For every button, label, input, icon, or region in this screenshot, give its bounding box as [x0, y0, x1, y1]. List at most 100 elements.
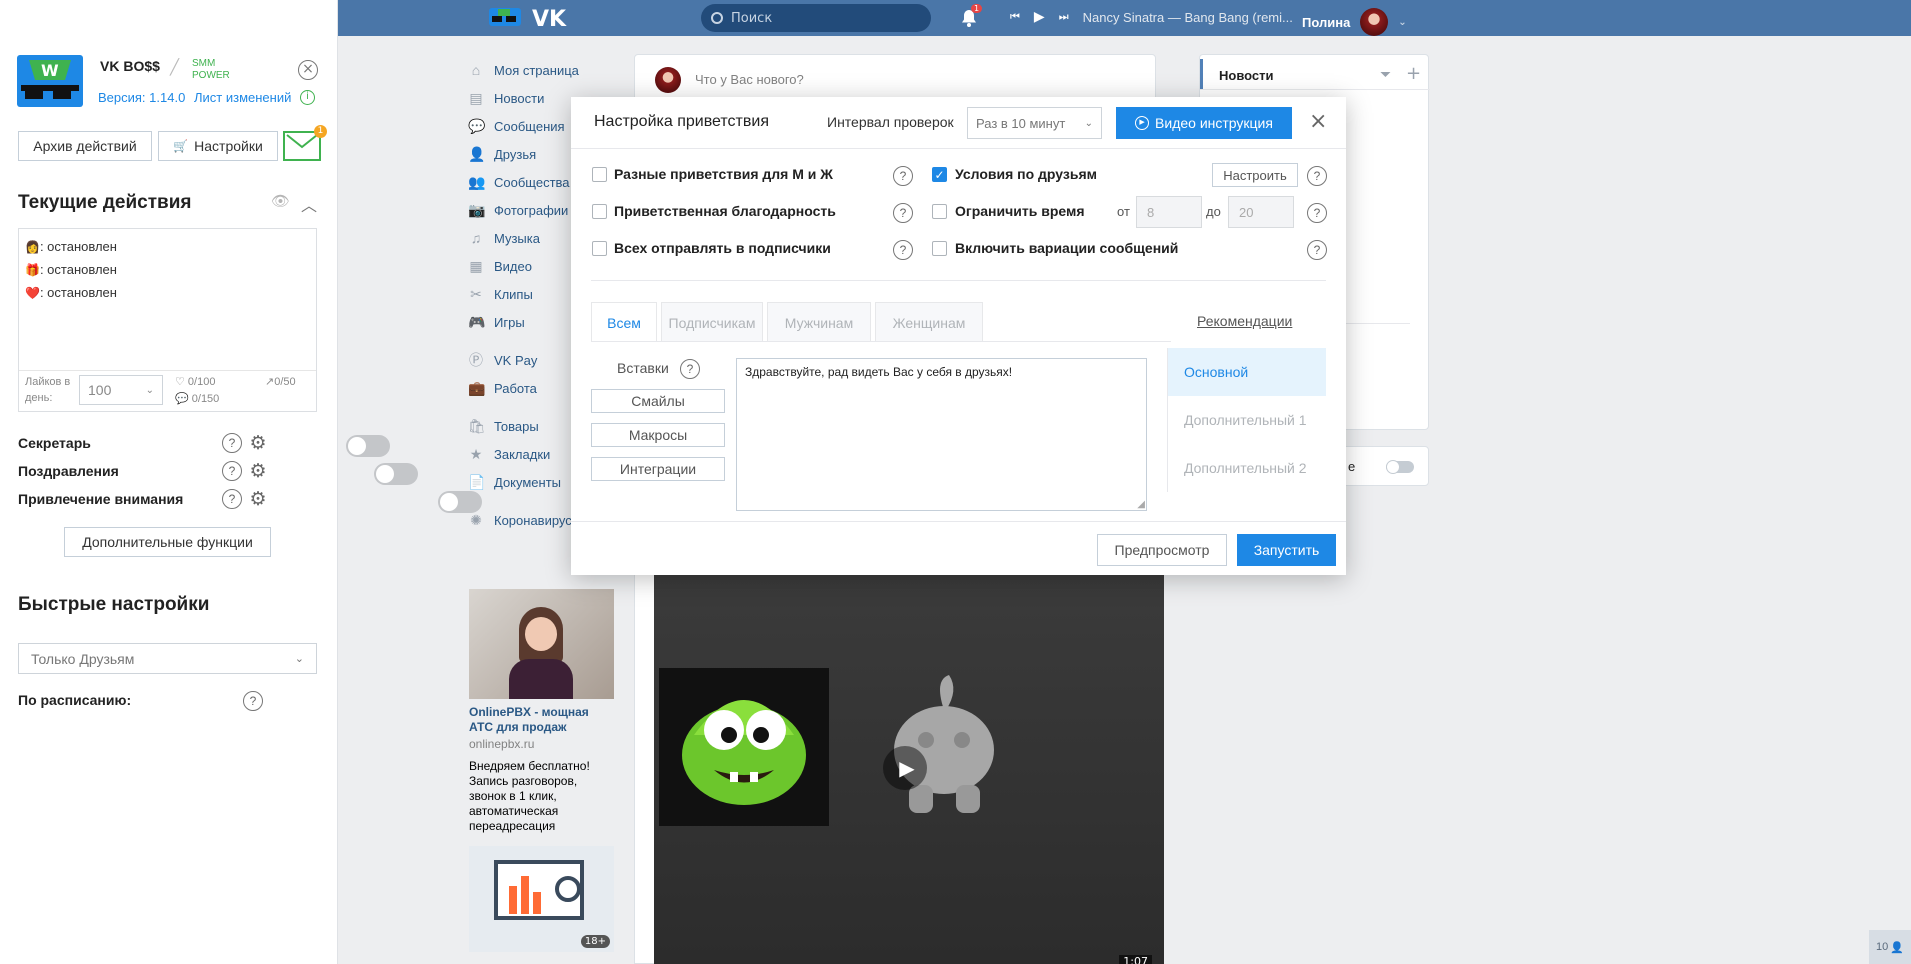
clips-icon: ✂ [470, 286, 482, 302]
online-counter[interactable]: 10 👤 [1869, 930, 1911, 964]
nav-item[interactable]: 📄 Документы [468, 468, 579, 496]
variations-checkbox[interactable] [932, 241, 947, 256]
help-icon[interactable]: ? [222, 433, 242, 453]
chevron-up-icon[interactable]: ︿ [301, 192, 317, 216]
audience-select[interactable]: Только Друзьям ⌄ [18, 643, 317, 674]
help-icon[interactable]: ? [893, 203, 913, 223]
nav-item[interactable]: ▤ Новости [468, 84, 579, 112]
video-instruction-button[interactable]: ▶ Видео инструкция [1116, 107, 1292, 139]
help-icon[interactable]: ? [1307, 203, 1327, 223]
prev-track-icon[interactable]: ⏮ [1010, 10, 1020, 24]
more-functions-button[interactable]: Дополнительные функции [64, 527, 271, 557]
play-button[interactable]: ▶ [883, 746, 927, 790]
gear-icon[interactable]: ⚙ [248, 461, 268, 481]
user-menu[interactable]: Полина ⌄ [1302, 8, 1407, 36]
counter-value: 10 [1876, 941, 1889, 953]
run-button[interactable]: Запустить [1237, 534, 1336, 566]
eye-off-icon[interactable]: 👁 [271, 192, 290, 210]
help-icon[interactable]: ? [1307, 166, 1327, 186]
interval-select[interactable]: Раз в 10 минут ⌄ [967, 107, 1102, 139]
message-variant[interactable]: Дополнительный 1 [1168, 396, 1326, 444]
help-icon[interactable]: ? [893, 166, 913, 186]
all-subscribers-label: Всех отправлять в подписчики [614, 240, 831, 256]
message-variant[interactable]: Дополнительный 2 [1168, 444, 1326, 492]
vk-logo-icon[interactable]: VK [532, 7, 568, 29]
audience-tabs: Всем Подписчикам Мужчинам Женщинам [591, 302, 983, 342]
help-icon[interactable]: ? [222, 461, 242, 481]
nav-item[interactable]: 🛍 Товары [468, 412, 579, 440]
nav-item[interactable]: ✂ Клипы [468, 280, 579, 308]
help-icon[interactable]: ? [243, 691, 263, 711]
insert-button[interactable]: Макросы [591, 423, 725, 447]
nav-item[interactable]: 🎮 Игры [468, 308, 579, 336]
gear-icon[interactable]: ⚙ [248, 433, 268, 453]
nav-item[interactable]: ▦ Видео [468, 252, 579, 280]
help-icon[interactable]: ? [680, 359, 700, 379]
time-from-input[interactable]: 8 [1136, 196, 1202, 228]
help-icon[interactable]: ? [1307, 240, 1327, 260]
video-icon: ▦ [469, 258, 483, 274]
diff-greetings-checkbox[interactable] [592, 167, 607, 182]
insert-button[interactable]: Смайлы [591, 389, 725, 413]
nav-item[interactable]: 💼 Работа [468, 374, 579, 402]
thanks-checkbox[interactable] [592, 204, 607, 219]
close-icon[interactable]: × [298, 60, 318, 80]
configure-button[interactable]: Настроить [1212, 163, 1298, 187]
age-badge: 18+ [580, 935, 610, 948]
video-player[interactable]: ▶ 1:07 [654, 575, 1164, 964]
close-icon[interactable]: × [1309, 109, 1327, 134]
tab-audience[interactable]: Подписчикам [661, 302, 763, 342]
action-emoji-icon: 👩 [25, 239, 40, 254]
search-input[interactable]: Поиск [701, 4, 931, 32]
nav-item[interactable]: ★ Закладки [468, 440, 579, 468]
news-filter-title[interactable]: Новости [1219, 68, 1274, 83]
notifications-button[interactable]: 1 [960, 4, 983, 28]
feature-toggle[interactable] [373, 463, 418, 485]
filter-icon[interactable]: ⏷ [1380, 67, 1391, 83]
nav-item[interactable]: ✺ Коронавирус [468, 506, 579, 534]
gear-icon[interactable]: ⚙ [248, 489, 268, 509]
nav-item[interactable]: 📷 Фотографии [468, 196, 579, 224]
ad-block[interactable]: OnlinePBX - мощная АТС для продаж online… [469, 589, 615, 952]
preview-button[interactable]: Предпросмотр [1097, 534, 1227, 566]
nav-item-label: Коронавирус [494, 512, 572, 528]
nav-item[interactable]: 💬 Сообщения [468, 112, 579, 140]
feature-toggle[interactable] [345, 435, 390, 457]
boss-mini-icon[interactable] [488, 6, 522, 30]
likes-per-day-select[interactable]: 100 ⌄ [79, 375, 163, 405]
tab-audience[interactable]: Мужчинам [767, 302, 871, 342]
news-toggle[interactable] [1386, 460, 1414, 474]
help-icon[interactable]: ? [222, 489, 242, 509]
add-icon[interactable]: + [1406, 63, 1421, 84]
friend-conditions-checkbox[interactable]: ✓ [932, 167, 947, 182]
composer-placeholder[interactable]: Что у Вас нового? [695, 72, 804, 87]
play-icon[interactable]: ▶ [1034, 9, 1045, 25]
nav-item[interactable]: ♫ Музыка [468, 224, 579, 252]
nav-item[interactable]: Ⓟ VK Pay [468, 346, 579, 374]
limit-time-checkbox[interactable] [932, 204, 947, 219]
recommendations-link[interactable]: Рекомендации [1197, 313, 1292, 329]
settings-button[interactable]: 🛒 Настройки [158, 131, 278, 161]
all-subscribers-checkbox[interactable] [592, 241, 607, 256]
greeting-message-textarea[interactable]: Здравствуйте, рад видеть Вас у себя в др… [736, 358, 1147, 511]
tab-audience[interactable]: Женщинам [875, 302, 983, 342]
info-icon[interactable]: i [300, 90, 315, 105]
nav-item[interactable]: 👤 Друзья [468, 140, 579, 168]
archive-button[interactable]: Архив действий [18, 131, 152, 161]
user-icon: 👤 [1890, 941, 1904, 954]
changelog-link[interactable]: Лист изменений [194, 90, 291, 105]
next-track-icon[interactable]: ⏭ [1059, 10, 1069, 24]
resize-handle-icon[interactable]: ◢ [1137, 499, 1145, 510]
message-variant[interactable]: Основной [1168, 348, 1326, 396]
vkpay-icon: Ⓟ [469, 352, 483, 368]
ad-title[interactable]: OnlinePBX - мощная АТС для продаж [469, 705, 615, 735]
feature-toggle[interactable] [438, 491, 483, 513]
mail-button[interactable]: 1 [283, 125, 327, 161]
tab-audience[interactable]: Всем [591, 302, 657, 342]
insert-button[interactable]: Интеграции [591, 457, 725, 481]
nav-item[interactable]: ⌂ Моя страница [468, 56, 579, 84]
help-icon[interactable]: ? [893, 240, 913, 260]
track-title[interactable]: Nancy Sinatra — Bang Bang (remi... [1083, 10, 1293, 25]
time-to-input[interactable]: 20 [1228, 196, 1294, 228]
nav-item[interactable]: 👥 Сообщества [468, 168, 579, 196]
